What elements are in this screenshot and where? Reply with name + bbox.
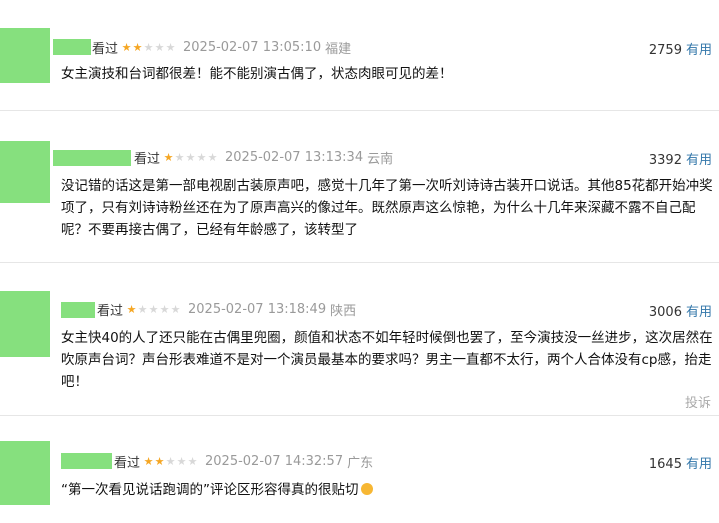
rating-stars: ★★★★★: [163, 151, 218, 164]
comment-location: 云南: [367, 151, 394, 167]
comment-meta: 看过 ★★★★★ 2025-02-07 14:32:57 广东: [114, 451, 373, 471]
watch-status: 看过: [134, 151, 161, 167]
username[interactable]: [61, 453, 112, 469]
star-icon: ★: [121, 40, 132, 54]
comment-text: 没记错的话这是第一部电视剧古装原声吧，感觉十几年了第一次听刘诗诗古装开口说话。其…: [61, 178, 713, 238]
comment-meta: 看过 ★★★★★ 2025-02-07 13:13:34 云南: [134, 147, 393, 167]
star-icon: ★: [154, 454, 165, 468]
star-icon: ★: [187, 454, 198, 468]
vote-area: 2759 有用: [649, 39, 712, 58]
vote-count: 3006: [648, 305, 682, 320]
comment-time: 2025-02-07 13:05:10: [183, 39, 322, 55]
vote-area: 1645 有用: [649, 453, 712, 472]
comment-location: 福建: [325, 41, 352, 57]
comment-location: 广东: [347, 455, 374, 471]
vote-area: 3006 有用: [649, 301, 712, 320]
comment-location: 陕西: [330, 303, 357, 319]
star-icon: ★: [196, 150, 207, 164]
avatar[interactable]: [0, 291, 50, 357]
watch-status: 看过: [92, 41, 119, 57]
report-button[interactable]: 投诉: [685, 392, 711, 411]
vote-area: 3392 有用: [649, 149, 712, 168]
comment-time: 2025-02-07 13:18:49: [188, 301, 327, 317]
useful-button[interactable]: 有用: [686, 153, 712, 168]
rating-stars: ★★★★★: [143, 455, 198, 468]
star-icon: ★: [207, 150, 218, 164]
username[interactable]: [53, 39, 91, 55]
star-icon: ★: [143, 40, 154, 54]
comment-time: 2025-02-07 14:32:57: [205, 453, 344, 469]
star-icon: ★: [170, 302, 181, 316]
rating-stars: ★★★★★: [121, 41, 176, 54]
star-icon: ★: [174, 150, 185, 164]
laughing-emoji-icon: [360, 483, 373, 495]
star-icon: ★: [176, 454, 187, 468]
star-icon: ★: [159, 302, 170, 316]
vote-count: 1645: [648, 457, 682, 472]
star-icon: ★: [143, 454, 154, 468]
star-icon: ★: [148, 302, 159, 316]
useful-button[interactable]: 有用: [686, 43, 712, 58]
comment-text: “第一次看见说话跑调的”评论区形容得真的很贴切: [61, 479, 713, 501]
avatar[interactable]: [0, 141, 50, 203]
star-icon: ★: [165, 40, 176, 54]
star-icon: ★: [126, 302, 137, 316]
comment-meta: 看过 ★★★★★ 2025-02-07 13:18:49 陕西: [97, 299, 356, 319]
vote-count: 3392: [648, 153, 682, 168]
star-icon: ★: [154, 40, 165, 54]
divider: [0, 110, 719, 111]
comment-text: 女主快40的人了还只能在古偶里兜圈，颜值和状态不如年轻时候倒也罢了，至今演技没一…: [61, 330, 713, 390]
star-icon: ★: [132, 40, 143, 54]
divider: [0, 262, 719, 263]
watch-status: 看过: [114, 455, 141, 471]
star-icon: ★: [163, 150, 174, 164]
useful-button[interactable]: 有用: [686, 305, 712, 320]
divider: [0, 415, 719, 416]
avatar[interactable]: [0, 28, 50, 83]
comment-meta: 看过 ★★★★★ 2025-02-07 13:05:10 福建: [92, 37, 351, 57]
rating-stars: ★★★★★: [126, 303, 181, 316]
star-icon: ★: [185, 150, 196, 164]
watch-status: 看过: [97, 303, 124, 319]
comment-text-body: “第一次看见说话跑调的”评论区形容得真的很贴切: [61, 482, 359, 498]
avatar[interactable]: [0, 441, 50, 505]
username[interactable]: [61, 302, 95, 318]
useful-button[interactable]: 有用: [686, 457, 712, 472]
star-icon: ★: [137, 302, 148, 316]
vote-count: 2759: [648, 43, 682, 58]
username[interactable]: [53, 150, 131, 166]
star-icon: ★: [165, 454, 176, 468]
comment-text: 女主演技和台词都很差！能不能别演古偶了，状态肉眼可见的差！: [61, 66, 453, 82]
comment-time: 2025-02-07 13:13:34: [225, 149, 364, 165]
